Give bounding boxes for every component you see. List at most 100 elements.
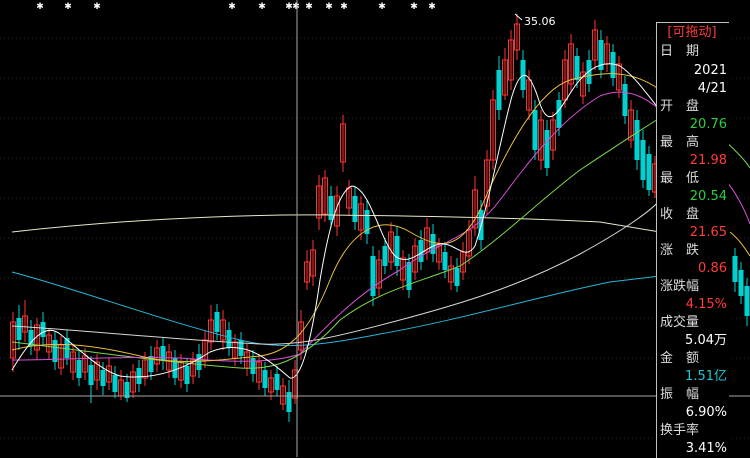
ma-line-orange-right — [729, 231, 750, 257]
candlestick — [22, 300, 28, 342]
candlestick — [64, 330, 70, 365]
candle-body — [112, 375, 118, 392]
candle-body — [100, 370, 106, 386]
amount-label: 金 额 — [660, 351, 700, 366]
candlestick — [28, 320, 34, 355]
candlestick — [148, 346, 154, 380]
candlestick — [190, 352, 196, 384]
candlestick — [738, 262, 744, 304]
event-marker-icon: ✱ — [305, 2, 313, 12]
candlestick — [256, 354, 262, 390]
high-value: 21.98 — [689, 153, 727, 168]
candle-body — [226, 330, 232, 348]
candlestick — [280, 378, 286, 410]
date-year-value: 2021 — [693, 63, 727, 78]
ma-line-magenta — [11, 91, 661, 362]
candlestick — [388, 222, 394, 270]
candlestick — [622, 76, 628, 124]
candle-body — [352, 196, 358, 222]
candlestick — [520, 50, 526, 98]
candlestick — [340, 115, 346, 172]
candlestick — [376, 250, 382, 296]
candlestick — [58, 336, 64, 375]
open-label: 开 盘 — [660, 99, 700, 114]
candlestick — [394, 226, 400, 276]
candlestick — [208, 305, 214, 350]
candlestick — [568, 34, 574, 92]
candle-body — [454, 268, 460, 286]
max-price-label: 35.06 — [524, 15, 556, 28]
candlestick — [124, 374, 130, 402]
change-label: 涨 跌 — [660, 243, 700, 258]
change-value: 0.86 — [698, 261, 727, 276]
ma-line-yellow-long — [11, 214, 661, 233]
max-price-pointer — [514, 13, 523, 21]
amplitude-label: 振 幅 — [660, 387, 700, 402]
candlestick — [538, 110, 544, 170]
date-label: 日 期 — [660, 44, 700, 59]
candlestick — [76, 350, 82, 386]
candlestick — [346, 180, 352, 216]
ma-line-green — [11, 117, 661, 369]
candle-body — [496, 70, 502, 110]
candlestick — [220, 310, 226, 350]
candlestick — [352, 186, 358, 230]
turnover-value: 3.41% — [685, 441, 727, 456]
candlestick — [544, 120, 550, 176]
candlestick — [364, 200, 370, 244]
candlestick — [744, 278, 750, 326]
candle-body — [744, 286, 750, 316]
top-event-markers: ✱ ✱ ✱ ✱ ✱ ✱ ✱ ✱ ✱ ✱ ✱ ✱ ✱ — [36, 2, 436, 12]
candlestick — [490, 90, 496, 170]
candlestick — [604, 36, 610, 72]
candle-body — [274, 374, 280, 390]
candle-body — [394, 236, 400, 266]
amount-value: 1.51亿 — [685, 369, 727, 384]
candlestick — [286, 380, 292, 422]
candle-body — [622, 84, 628, 116]
candle-body — [556, 100, 562, 128]
candlestick — [556, 92, 562, 136]
candle-body — [418, 240, 424, 262]
event-marker-icon: ✱ — [64, 2, 72, 12]
candle-body — [286, 392, 292, 412]
ma-line-cyan — [11, 271, 661, 347]
turnover-label: 换手率 — [660, 423, 700, 438]
candlestick — [172, 350, 178, 385]
event-marker-icon: ✱ — [93, 2, 101, 12]
ma-line-white — [11, 63, 661, 379]
candlestick — [406, 254, 412, 298]
low-value: 20.54 — [689, 189, 727, 204]
candlestick — [112, 366, 118, 398]
candlestick — [448, 256, 454, 290]
candlestick — [598, 30, 604, 78]
candlestick — [418, 230, 424, 270]
kline-chart[interactable]: ✱ ✱ ✱ ✱ ✱ ✱ ✱ ✱ ✱ ✱ ✱ ✱ ✱ 35.06 — [0, 0, 750, 457]
candlestick — [370, 246, 376, 306]
candlestick — [508, 30, 514, 90]
amplitude-value: 6.90% — [685, 405, 727, 420]
candle-body — [574, 56, 580, 80]
candlestick — [226, 322, 232, 356]
candle-body — [52, 340, 58, 362]
drag-handle-label[interactable]: [可拖动] — [657, 24, 727, 42]
candlestick — [52, 332, 58, 370]
candlestick — [640, 130, 646, 188]
low-label: 最 低 — [660, 171, 700, 186]
candlestick — [322, 170, 328, 222]
change-pct-label: 涨跌幅 — [660, 279, 700, 294]
candle-body — [88, 365, 94, 385]
candlestick — [460, 242, 466, 280]
candlestick — [106, 358, 112, 390]
high-label: 最 高 — [660, 135, 700, 150]
date-day-value: 4/21 — [697, 81, 727, 96]
event-marker-icon: ✱ — [258, 2, 266, 12]
candle-body — [406, 262, 412, 290]
candle-body — [76, 360, 82, 378]
candlestick — [466, 220, 472, 264]
event-marker-icon: ✱ — [378, 2, 386, 12]
candle-body — [370, 256, 376, 296]
info-panel[interactable]: [可拖动] 日 期 2021 4/21 开 盘 20.76 最 高 21.98 … — [656, 22, 729, 458]
volume-value: 5.04万 — [685, 333, 727, 348]
candlestick — [250, 350, 256, 382]
